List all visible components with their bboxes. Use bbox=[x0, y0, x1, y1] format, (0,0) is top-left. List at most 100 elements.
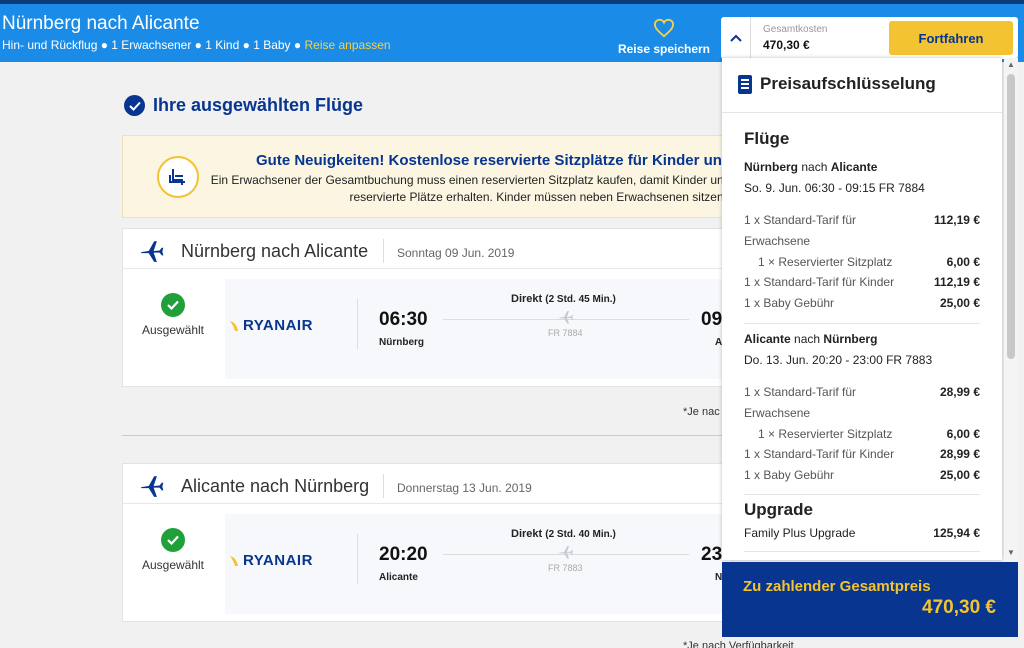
heart-icon bbox=[653, 18, 675, 38]
flight-details: RYANAIR 06:30 Nürnberg Direkt (2 Std. 45… bbox=[225, 279, 731, 379]
promo-line-2: reservierte Plätze erhalten. Kinder müss… bbox=[349, 190, 727, 204]
promo-headline: Gute Neuigkeiten! Kostenlose reservierte… bbox=[256, 152, 732, 169]
total-cost-value: 470,30 € bbox=[763, 38, 810, 52]
harp-icon bbox=[230, 555, 238, 566]
grand-total-value: 470,30 € bbox=[922, 597, 996, 618]
price-row: 1 x Standard-Tarif für Erwachsene 28,99 … bbox=[744, 382, 980, 424]
adjust-trip-link[interactable]: Reise anpassen bbox=[304, 38, 390, 52]
price-panel-scrollbar[interactable]: ▲ ▼ bbox=[1004, 58, 1018, 562]
promo-banner: Gute Neuigkeiten! Kostenlose reservierte… bbox=[122, 135, 732, 218]
total-cost-label: Gesamtkosten bbox=[763, 24, 828, 35]
price-row-value: 28,99 € bbox=[939, 385, 980, 399]
price-breakdown-title: Preisaufschlüsselung bbox=[738, 74, 936, 94]
continue-button[interactable]: Fortfahren bbox=[889, 21, 1013, 55]
flight-date: Donnerstag 13 Jun. 2019 bbox=[397, 481, 532, 495]
save-trip-button[interactable]: Reise speichern bbox=[616, 18, 712, 56]
price-row-value: 25,00 € bbox=[939, 296, 980, 310]
plane-icon bbox=[141, 241, 164, 262]
inbound-to: Nürnberg bbox=[823, 332, 878, 346]
departure-city: Alicante bbox=[379, 572, 418, 583]
price-row-label: 1 x Baby Gebühr bbox=[744, 296, 835, 310]
selected-label: Ausgewählt bbox=[141, 323, 205, 337]
section-divider bbox=[122, 435, 724, 436]
collapse-price-button[interactable] bbox=[721, 17, 751, 59]
outbound-connector: nach bbox=[801, 160, 828, 174]
price-row-value: 112,19 € bbox=[933, 213, 980, 227]
plane-icon bbox=[559, 546, 573, 559]
price-row-label: 1 x Baby Gebühr bbox=[744, 468, 835, 482]
flight-type: Direkt (2 Std. 40 Min.) bbox=[511, 528, 616, 540]
inbound-route: Alicante nach Nürnberg bbox=[744, 332, 877, 346]
section-title-text: Ihre ausgewählten Flüge bbox=[153, 95, 364, 115]
trip-summary-text: Hin- und Rückflug ● 1 Erwachsener ● 1 Ki… bbox=[2, 38, 302, 52]
arrival-time: 23 bbox=[701, 544, 723, 565]
price-row: 1 x Standard-Tarif für Kinder 28,99 € bbox=[744, 444, 980, 465]
price-row: 1 x Baby Gebühr 25,00 € bbox=[744, 465, 980, 486]
price-separator bbox=[744, 323, 980, 324]
price-breakdown-panel: Preisaufschlüsselung Flüge Nürnberg nach… bbox=[722, 58, 1002, 560]
promo-line-1: Ein Erwachsener der Gesamtbuchung muss e… bbox=[210, 173, 727, 187]
harp-icon bbox=[230, 320, 238, 331]
check-circle-icon bbox=[161, 293, 185, 317]
price-row-value: 25,00 € bbox=[939, 468, 980, 482]
airline-name: RYANAIR bbox=[243, 317, 313, 334]
inbound-date: Do. 13. Jun. 20:20 - 23:00 FR 7883 bbox=[744, 353, 933, 367]
grand-total-label: Zu zahlender Gesamtpreis bbox=[743, 578, 931, 595]
header-separator bbox=[383, 474, 384, 498]
price-row: 1 x Standard-Tarif für Erwachsene 112,19… bbox=[744, 210, 980, 252]
price-row-label: 1 × Reservierter Sitzplatz bbox=[758, 255, 893, 269]
flights-heading: Flüge bbox=[744, 129, 790, 148]
flight-duration: (2 Std. 40 Min.) bbox=[545, 529, 616, 540]
availability-note: *Je nach Verfügbarkeit bbox=[683, 640, 794, 648]
price-row-label: 1 x Standard-Tarif für Kinder bbox=[744, 447, 895, 461]
price-breakdown-title-text: Preisaufschlüsselung bbox=[760, 74, 936, 93]
airline-logo: RYANAIR bbox=[229, 552, 313, 569]
flight-number: FR 7884 bbox=[548, 328, 583, 338]
grand-total-bar: Zu zahlender Gesamtpreis 470,30 € bbox=[722, 562, 1018, 637]
availability-note: *Je nac bbox=[683, 406, 720, 418]
flight-card-header: Alicante nach Nürnberg Donnerstag 13 Jun… bbox=[123, 464, 731, 504]
price-separator bbox=[744, 551, 980, 552]
flight-details: RYANAIR 20:20 Alicante Direkt (2 Std. 40… bbox=[225, 514, 731, 614]
header-route-title: Nürnberg nach Alicante bbox=[2, 13, 200, 34]
price-row-label: 1 × Reservierter Sitzplatz bbox=[758, 427, 893, 441]
price-breakdown-content[interactable]: Flüge Nürnberg nach Alicante So. 9. Jun.… bbox=[722, 112, 1002, 560]
departure-time: 20:20 bbox=[379, 544, 428, 565]
direct-label: Direkt bbox=[511, 528, 543, 540]
plane-icon bbox=[141, 476, 164, 497]
divider bbox=[357, 534, 358, 584]
selected-status: Ausgewählt bbox=[123, 293, 223, 337]
outbound-from: Nürnberg bbox=[744, 160, 798, 174]
outbound-to: Alicante bbox=[830, 160, 878, 174]
flight-date: Sonntag 09 Jun. 2019 bbox=[397, 246, 515, 260]
selected-status: Ausgewählt bbox=[123, 528, 223, 572]
flight-card-outbound[interactable]: Nürnberg nach Alicante Sonntag 09 Jun. 2… bbox=[122, 228, 732, 387]
flight-card-header: Nürnberg nach Alicante Sonntag 09 Jun. 2… bbox=[123, 229, 731, 269]
price-row: 1 x Baby Gebühr 25,00 € bbox=[744, 293, 980, 314]
save-trip-label: Reise speichern bbox=[617, 42, 711, 56]
check-circle-icon bbox=[161, 528, 185, 552]
chevron-up-icon bbox=[729, 34, 742, 42]
selected-label: Ausgewählt bbox=[141, 558, 205, 572]
arrival-time: 09 bbox=[701, 309, 723, 330]
scrollbar-thumb[interactable] bbox=[1007, 74, 1015, 359]
outbound-route: Nürnberg nach Alicante bbox=[744, 160, 877, 174]
flight-type: Direkt (2 Std. 45 Min.) bbox=[511, 293, 616, 305]
scroll-down-icon[interactable]: ▼ bbox=[1007, 548, 1015, 557]
price-row: Family Plus Upgrade 125,94 € bbox=[744, 523, 980, 544]
price-separator bbox=[744, 494, 980, 495]
header-separator bbox=[383, 239, 384, 263]
departure-city: Nürnberg bbox=[379, 337, 424, 348]
flight-route: Alicante nach Nürnberg bbox=[181, 476, 370, 496]
price-row-label: 1 x Standard-Tarif für bbox=[744, 213, 857, 227]
airline-name: RYANAIR bbox=[243, 552, 313, 569]
price-row-label: Family Plus Upgrade bbox=[744, 526, 856, 540]
flight-card-return[interactable]: Alicante nach Nürnberg Donnerstag 13 Jun… bbox=[122, 463, 732, 622]
price-row-value: 6,00 € bbox=[946, 255, 980, 269]
plane-icon bbox=[559, 311, 573, 324]
scroll-up-icon[interactable]: ▲ bbox=[1007, 60, 1015, 69]
trip-summary: Hin- und Rückflug ● 1 Erwachsener ● 1 Ki… bbox=[2, 38, 391, 52]
price-row-value: 6,00 € bbox=[946, 427, 980, 441]
upgrade-heading: Upgrade bbox=[744, 500, 813, 519]
inbound-from: Alicante bbox=[744, 332, 791, 346]
